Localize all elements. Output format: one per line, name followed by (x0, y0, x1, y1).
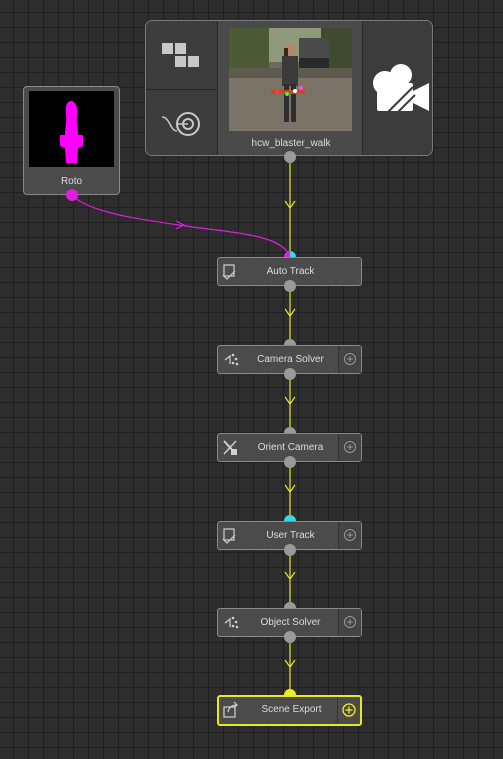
clip-thumbnail (229, 28, 352, 131)
source-clip-node[interactable]: hcw_blaster_walk (145, 20, 433, 156)
roto-mask-thumbnail (29, 91, 114, 167)
node-label: Auto Track (266, 266, 315, 277)
add-button[interactable] (338, 609, 361, 636)
source-node-left-panel (146, 21, 217, 155)
source-clip-label: hcw_blaster_walk (251, 138, 331, 149)
orient-output-port[interactable] (284, 456, 296, 468)
camerasolver-output-port[interactable] (284, 368, 296, 380)
lens-icon (161, 112, 200, 136)
plus-circle-icon (342, 703, 356, 717)
roto-output-port[interactable] (66, 189, 78, 201)
source-output-port[interactable] (284, 151, 296, 163)
objectsolver-output-port[interactable] (284, 631, 296, 643)
source-node-preview: hcw_blaster_walk (217, 21, 363, 155)
plus-circle-icon (344, 529, 356, 541)
plus-circle-icon (344, 616, 356, 628)
plus-circle-icon (344, 353, 356, 365)
add-button[interactable] (338, 434, 361, 461)
roto-node[interactable]: Roto (23, 86, 120, 195)
lens-button[interactable] (146, 90, 217, 155)
autotrack-output-port[interactable] (284, 280, 296, 292)
plus-circle-icon (344, 441, 356, 453)
camera-button[interactable] (363, 21, 432, 155)
wire-roto-autotrack (71, 194, 291, 257)
roto-label: Roto (60, 176, 83, 187)
usertrack-output-port[interactable] (284, 544, 296, 556)
grid-view-icon (162, 43, 199, 67)
movie-camera-icon (373, 64, 429, 114)
add-button[interactable] (337, 697, 360, 724)
add-button[interactable] (338, 522, 361, 549)
add-button[interactable] (338, 346, 361, 373)
grid-view-button[interactable] (146, 21, 217, 90)
node-scene-export[interactable]: Scene Export (217, 695, 362, 726)
